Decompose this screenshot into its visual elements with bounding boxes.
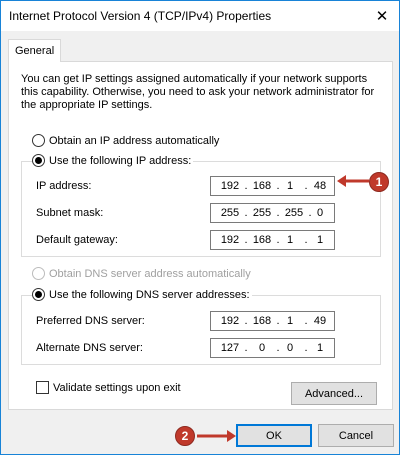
radio-button-checked[interactable] xyxy=(32,288,45,301)
radio-button-unchecked[interactable] xyxy=(32,134,45,147)
ip-address-label: IP address: xyxy=(36,180,92,192)
obtain-ip-auto-label: Obtain an IP address automatically xyxy=(49,134,220,147)
obtain-dns-auto-label: Obtain DNS server address automatically xyxy=(49,267,251,280)
ok-button[interactable]: OK xyxy=(236,424,312,447)
title-bar: Internet Protocol Version 4 (TCP/IPv4) P… xyxy=(1,1,399,31)
octet: 255 xyxy=(284,207,304,219)
obtain-ip-auto-radio[interactable]: Obtain an IP address automatically xyxy=(32,134,219,147)
properties-dialog: Internet Protocol Version 4 (TCP/IPv4) P… xyxy=(0,0,400,455)
use-following-dns-label: Use the following DNS server addresses: xyxy=(49,288,250,301)
use-following-ip-label: Use the following IP address: xyxy=(49,154,192,167)
dot-separator: . xyxy=(244,234,248,246)
octet: 1 xyxy=(286,315,294,327)
advanced-button[interactable]: Advanced... xyxy=(291,382,377,405)
octet: 192 xyxy=(220,315,240,327)
octet: 168 xyxy=(252,180,272,192)
octet: 1 xyxy=(316,342,324,354)
preferred-dns-label: Preferred DNS server: xyxy=(36,315,145,327)
obtain-dns-auto-radio: Obtain DNS server address automatically xyxy=(32,267,251,280)
octet: 127 xyxy=(220,342,240,354)
use-following-ip-radio[interactable]: Use the following IP address: xyxy=(32,154,194,167)
octet: 1 xyxy=(316,234,324,246)
general-panel: You can get IP settings assigned automat… xyxy=(8,61,393,410)
octet: 48 xyxy=(313,180,327,192)
octet: 168 xyxy=(252,315,272,327)
octet: 1 xyxy=(286,180,294,192)
radio-button-disabled xyxy=(32,267,45,280)
alternate-dns-field[interactable]: 127 . 0 . 0 . 1 xyxy=(210,338,335,358)
octet: 255 xyxy=(220,207,240,219)
description-text: You can get IP settings assigned automat… xyxy=(21,73,375,111)
dot-separator: . xyxy=(276,207,280,219)
subnet-mask-label: Subnet mask: xyxy=(36,207,104,219)
octet: 192 xyxy=(220,234,240,246)
window-title: Internet Protocol Version 4 (TCP/IPv4) P… xyxy=(9,9,272,23)
validate-settings-label: Validate settings upon exit xyxy=(53,381,181,394)
dot-separator: . xyxy=(244,315,248,327)
octet: 192 xyxy=(220,180,240,192)
ip-address-field[interactable]: 192 . 168 . 1 . 48 xyxy=(210,176,335,196)
radio-button-checked[interactable] xyxy=(32,154,45,167)
preferred-dns-field[interactable]: 192 . 168 . 1 . 49 xyxy=(210,311,335,331)
close-icon: ✕ xyxy=(375,8,389,25)
octet: 168 xyxy=(252,234,272,246)
octet: 0 xyxy=(286,342,294,354)
dot-separator: . xyxy=(244,342,248,354)
alternate-dns-label: Alternate DNS server: xyxy=(36,342,143,354)
octet: 1 xyxy=(286,234,294,246)
annotation-arrow-1 xyxy=(337,175,369,187)
subnet-mask-field[interactable]: 255 . 255 . 255 . 0 xyxy=(210,203,335,223)
tab-general[interactable]: General xyxy=(8,39,61,62)
cancel-button[interactable]: Cancel xyxy=(318,424,394,447)
close-button[interactable]: ✕ xyxy=(365,1,399,31)
default-gateway-field[interactable]: 192 . 168 . 1 . 1 xyxy=(210,230,335,250)
octet: 0 xyxy=(258,342,266,354)
octet: 255 xyxy=(252,207,272,219)
dot-separator: . xyxy=(244,207,248,219)
octet: 0 xyxy=(316,207,324,219)
octet: 49 xyxy=(313,315,327,327)
annotation-marker-1: 1 xyxy=(369,172,389,192)
annotation-marker-2: 2 xyxy=(175,426,195,446)
dot-separator: . xyxy=(244,180,248,192)
use-following-dns-radio[interactable]: Use the following DNS server addresses: xyxy=(32,288,252,301)
checkbox-unchecked[interactable] xyxy=(36,381,49,394)
validate-settings-checkbox[interactable]: Validate settings upon exit xyxy=(36,381,181,394)
default-gateway-label: Default gateway: xyxy=(36,234,118,246)
annotation-arrow-2 xyxy=(197,430,236,442)
